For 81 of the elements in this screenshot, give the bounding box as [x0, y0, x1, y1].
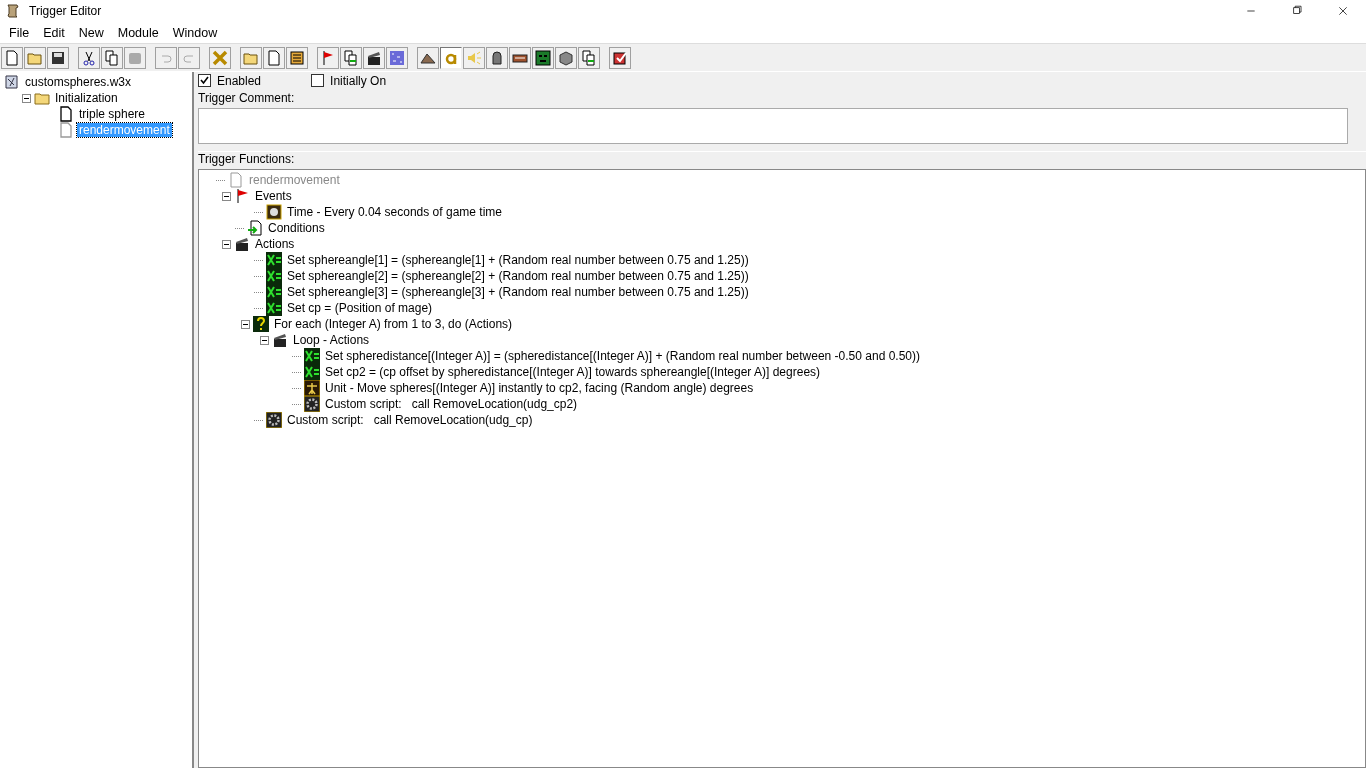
menu-item[interactable]: Edit: [36, 23, 72, 42]
function-item[interactable]: Set sphereangle[1] = (sphereangle[1] + (Random real number between 0.75 and 1.25)): [285, 253, 749, 267]
page-icon: [228, 172, 244, 188]
toolbar-button[interactable]: [578, 46, 600, 69]
toolbar-button[interactable]: [47, 46, 69, 69]
collapse-toggle[interactable]: [22, 93, 31, 103]
toolbar-button[interactable]: [609, 46, 631, 69]
function-item[interactable]: Conditions: [266, 221, 325, 235]
toolbar-button[interactable]: [417, 46, 439, 69]
page-export-icon: [581, 49, 597, 66]
tree-item[interactable]: Initialization: [53, 91, 120, 105]
clapper-icon: [272, 332, 288, 348]
monster-icon: [535, 49, 551, 66]
function-item[interactable]: Set sphereangle[2] = (sphereangle[2] + (Random real number between 0.75 and 1.25)): [285, 269, 749, 283]
toolbar-button[interactable]: [532, 46, 554, 69]
function-item[interactable]: Time - Every 0.04 seconds of game time: [285, 205, 502, 219]
function-item[interactable]: Set cp2 = (cp offset by spheredistance[(Integer A)] towards sphereangle[(Integer A)] degrees): [323, 365, 821, 379]
function-item[interactable]: Set cp = (Position of mage): [285, 301, 433, 315]
function-item[interactable]: Events: [253, 189, 292, 203]
helmet-icon: [489, 49, 505, 66]
map-icon: [4, 74, 20, 90]
toolbar-button[interactable]: [340, 46, 362, 69]
new-file-icon: [4, 49, 20, 66]
gear-icon: [266, 412, 282, 428]
function-item[interactable]: rendermovement: [247, 173, 340, 187]
noise-icon: [389, 49, 405, 66]
toolbar-button[interactable]: [78, 46, 100, 69]
lines-icon: [289, 49, 305, 66]
scroll-icon: [5, 3, 21, 19]
speaker-icon: [466, 49, 482, 66]
clapper-icon: [366, 49, 382, 66]
x-equals-icon: [304, 364, 320, 380]
scissors-icon: [81, 49, 97, 66]
window-title: Trigger Editor: [29, 4, 102, 18]
collapse-toggle[interactable]: [222, 239, 231, 249]
initially-on-checkbox[interactable]: Initially On: [311, 73, 387, 88]
page-arrow-icon: [343, 49, 359, 66]
clapper-icon: [234, 236, 250, 252]
cube-icon: [558, 49, 574, 66]
copy-icon: [104, 49, 120, 66]
x-equals-icon: [266, 300, 282, 316]
toolbar-button[interactable]: [486, 46, 508, 69]
trigger-comment-label: Trigger Comment:: [198, 91, 296, 105]
toolbar-button[interactable]: [509, 46, 531, 69]
toolbar-button[interactable]: [101, 46, 123, 69]
collapse-toggle[interactable]: [222, 191, 231, 201]
menu-item[interactable]: Window: [165, 23, 225, 42]
toolbar-button[interactable]: [555, 46, 577, 69]
folder-icon: [34, 90, 50, 106]
function-item[interactable]: For each (Integer A) from 1 to 3, do (Actions): [272, 317, 513, 331]
page-arrow-icon: [247, 220, 263, 236]
tree-item[interactable]: triple sphere: [77, 107, 148, 121]
trigger-comment-field[interactable]: [198, 108, 1348, 144]
checkmark-icon: [199, 75, 210, 86]
function-item[interactable]: Loop - Actions: [291, 333, 370, 347]
question-mark-icon: [253, 316, 269, 332]
gear-icon: [304, 396, 320, 412]
collapse-toggle[interactable]: [241, 319, 250, 329]
collapse-toggle[interactable]: [260, 335, 269, 345]
menu-item[interactable]: New: [71, 23, 111, 42]
checkbox-icon: [612, 49, 628, 66]
x-equals-icon: [304, 348, 320, 364]
function-item[interactable]: Unit - Move spheres[(Integer A)] instantly to cp2, facing (Random angle) degrees: [323, 381, 754, 395]
tree-item[interactable]: customspheres.w3x: [23, 75, 134, 89]
function-item[interactable]: Actions: [253, 237, 295, 251]
menu-item[interactable]: File: [2, 23, 37, 42]
menu-item[interactable]: Module: [110, 23, 166, 42]
x-equals-icon: [266, 252, 282, 268]
function-item[interactable]: Custom script: call RemoveLocation(udg_cp): [285, 413, 533, 427]
x-letter-icon: [212, 49, 228, 66]
function-item[interactable]: Set sphereangle[3] = (sphereangle[3] + (Random real number between 0.75 and 1.25)): [285, 285, 749, 299]
clock-icon: [266, 204, 282, 220]
toolbar-button[interactable]: [286, 46, 308, 69]
function-item[interactable]: Custom script: call RemoveLocation(udg_cp2): [323, 397, 578, 411]
trigger-functions-label: Trigger Functions:: [198, 151, 1366, 166]
figure-icon: [304, 380, 320, 396]
save-icon: [50, 49, 66, 66]
toolbar-button[interactable]: [363, 46, 385, 69]
function-item[interactable]: Set spheredistance[(Integer A)] = (spheredistance[(Integer A)] + (Random real number between -0.50 and 0.50)): [323, 349, 920, 363]
enabled-checkbox[interactable]: Enabled: [198, 73, 262, 88]
page-icon: [266, 49, 282, 66]
